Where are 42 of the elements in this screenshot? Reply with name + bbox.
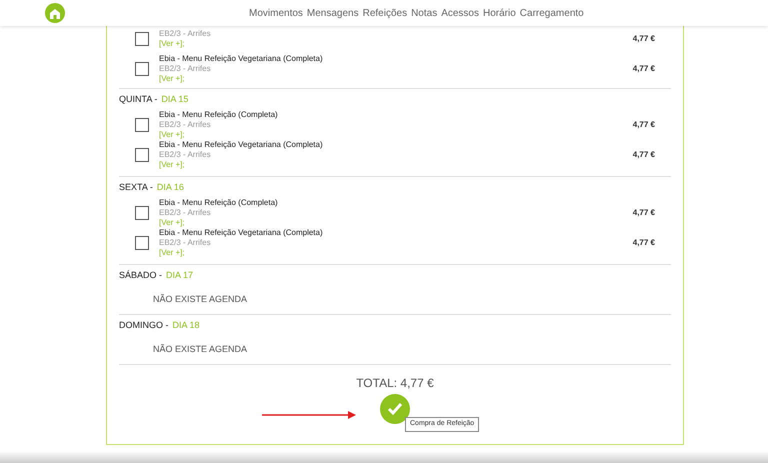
weekday-label: SÁBADO - <box>119 269 162 282</box>
day-label: DIA 17 <box>166 269 194 282</box>
nav-link[interactable]: Notas <box>411 6 438 20</box>
weekday-label: QUINTA - <box>119 93 158 106</box>
nav-link[interactable]: Horário <box>483 6 516 20</box>
meal-checkbox[interactable] <box>135 148 149 162</box>
day-label: DIA 18 <box>172 319 200 332</box>
meal-checkbox[interactable] <box>135 62 149 76</box>
meal-title: Ebia - Menu Refeição Vegetariana (Completa) <box>159 140 324 150</box>
day-label: DIA 15 <box>161 93 188 106</box>
nav-link[interactable]: Mensagens <box>306 6 359 20</box>
meal-price: 4,77 € <box>632 237 655 249</box>
meal-title: Ebia - Menu Refeição (Completa) <box>159 198 279 208</box>
meal-title: Ebia - Menu Refeição Vegetariana (Completa) <box>159 228 324 238</box>
meal-price: 4,77 € <box>632 149 655 161</box>
school-name: EB2/3 - Arrifes <box>159 208 212 218</box>
nav-link[interactable]: Acessos <box>441 6 479 20</box>
school-name: EB2/3 - Arrifes <box>159 29 212 39</box>
meal-price: 4,77 € <box>632 119 655 131</box>
checkmark-icon <box>387 402 403 416</box>
school-name: EB2/3 - Arrifes <box>159 238 212 248</box>
school-name: EB2/3 - Arrifes <box>159 64 212 74</box>
meal-price: 4,77 € <box>632 33 655 45</box>
no-schedule-text: NÃO EXISTE AGENDA <box>153 344 248 354</box>
nav-link[interactable]: Movimentos <box>249 6 303 20</box>
school-name: EB2/3 - Arrifes <box>159 150 212 160</box>
nav-link[interactable]: Refeições <box>362 6 408 20</box>
meal-checkbox[interactable] <box>135 206 149 220</box>
weekday-label: DOMINGO - <box>119 319 168 332</box>
meal-title: Ebia - Menu Refeição (Completa) <box>159 110 279 120</box>
day-label: DIA 16 <box>156 181 184 194</box>
meal-price: 4,77 € <box>632 63 655 75</box>
meal-checkbox[interactable] <box>135 236 149 250</box>
school-name: EB2/3 - Arrifes <box>159 120 212 130</box>
total-label: TOTAL: 4,77 € <box>356 376 434 390</box>
weekday-label: SEXTA - <box>119 181 153 194</box>
meal-price: 4,77 € <box>632 207 655 219</box>
nav-link[interactable]: Carregamento <box>520 6 584 20</box>
no-schedule-text: NÃO EXISTE AGENDA <box>153 294 248 304</box>
meal-checkbox[interactable] <box>135 32 149 46</box>
meal-title: Ebia - Menu Refeição Vegetariana (Completa) <box>159 54 324 64</box>
meal-checkbox[interactable] <box>135 118 149 132</box>
